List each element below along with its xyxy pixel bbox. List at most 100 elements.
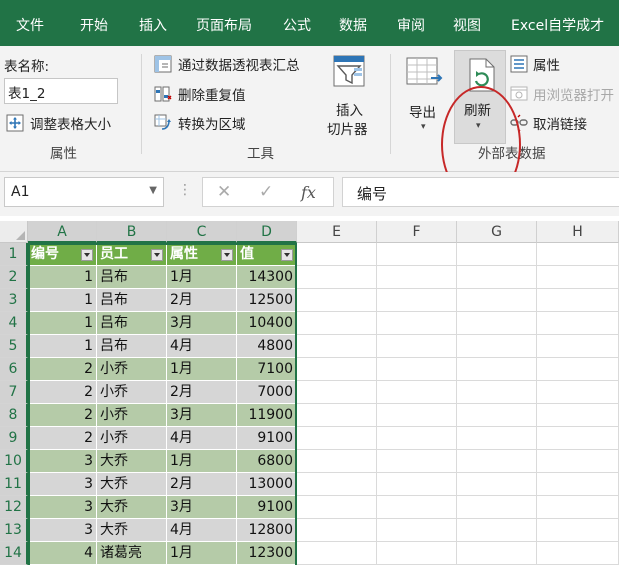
table-cell[interactable]: 诸葛亮: [97, 542, 167, 565]
table-cell[interactable]: 吕布: [97, 312, 167, 335]
table-cell[interactable]: 6800: [237, 450, 297, 473]
table-cell[interactable]: 1月: [167, 358, 237, 381]
tab-file[interactable]: 文件: [16, 15, 44, 35]
table-cell[interactable]: 1: [28, 266, 97, 289]
row-header-11[interactable]: 11: [0, 473, 28, 496]
table-cell[interactable]: 9100: [237, 496, 297, 519]
table-cell[interactable]: 小乔: [97, 358, 167, 381]
table-cell[interactable]: 4800: [237, 335, 297, 358]
table-cell[interactable]: 2: [28, 427, 97, 450]
column-header-g[interactable]: G: [457, 221, 537, 243]
properties-button[interactable]: 属性: [510, 53, 619, 75]
cancel-icon[interactable]: ✕: [217, 182, 231, 202]
filter-dropdown-icon[interactable]: [151, 249, 163, 261]
table-cell[interactable]: 2月: [167, 289, 237, 312]
tab-home[interactable]: 开始: [80, 15, 108, 35]
table-cell[interactable]: 4: [28, 542, 97, 565]
insert-function-icon[interactable]: fx: [301, 183, 316, 202]
column-header-a[interactable]: A: [28, 221, 97, 243]
table-cell[interactable]: 11900: [237, 404, 297, 427]
table-cell[interactable]: 3: [28, 496, 97, 519]
table-cell[interactable]: 小乔: [97, 404, 167, 427]
row-header-5[interactable]: 5: [0, 335, 28, 358]
unlink-button[interactable]: 取消链接: [510, 112, 619, 134]
table-cell[interactable]: 12300: [237, 542, 297, 565]
table-cell[interactable]: 大乔: [97, 473, 167, 496]
table-cell[interactable]: 13000: [237, 473, 297, 496]
column-header-e[interactable]: E: [297, 221, 377, 243]
remove-duplicates-button[interactable]: 删除重复值: [154, 83, 264, 105]
tab-formulas[interactable]: 公式: [283, 15, 311, 35]
table-cell[interactable]: 2: [28, 358, 97, 381]
row-header-12[interactable]: 12: [0, 496, 28, 519]
select-all-corner[interactable]: [0, 221, 28, 243]
table-cell[interactable]: 小乔: [97, 381, 167, 404]
table-cell[interactable]: 吕布: [97, 289, 167, 312]
table-cell[interactable]: 9100: [237, 427, 297, 450]
table-cell[interactable]: 3月: [167, 496, 237, 519]
table-cell[interactable]: 吕布: [97, 266, 167, 289]
formula-bar-splitter-icon[interactable]: ⋮: [178, 182, 192, 198]
table-cell[interactable]: 1月: [167, 266, 237, 289]
row-header-6[interactable]: 6: [0, 358, 28, 381]
table-cell[interactable]: 1月: [167, 450, 237, 473]
column-header-c[interactable]: C: [167, 221, 237, 243]
formula-input[interactable]: 编号: [342, 177, 619, 207]
pivot-summarize-button[interactable]: 通过数据透视表汇总: [154, 53, 319, 75]
tab-data[interactable]: 数据: [339, 15, 367, 35]
table-cell[interactable]: 1月: [167, 542, 237, 565]
open-in-browser-button[interactable]: 用浏览器打开: [510, 83, 619, 105]
resize-table-button[interactable]: 调整表格大小: [6, 112, 136, 134]
table-cell[interactable]: 4月: [167, 335, 237, 358]
filter-dropdown-icon[interactable]: [81, 249, 93, 261]
table-cell[interactable]: 1: [28, 335, 97, 358]
table-cell[interactable]: 大乔: [97, 519, 167, 542]
table-cell[interactable]: 1: [28, 289, 97, 312]
table-cell[interactable]: 4月: [167, 519, 237, 542]
column-header-d[interactable]: D: [237, 221, 297, 243]
table-name-input[interactable]: 表1_2: [4, 78, 118, 104]
tab-page-layout[interactable]: 页面布局: [196, 15, 252, 35]
convert-to-range-button[interactable]: 转换为区域: [154, 112, 264, 134]
filter-dropdown-icon[interactable]: [281, 249, 293, 261]
table-cell[interactable]: 小乔: [97, 427, 167, 450]
filter-dropdown-icon[interactable]: [221, 249, 233, 261]
row-header-1[interactable]: 1: [0, 243, 28, 266]
column-header-b[interactable]: B: [97, 221, 167, 243]
row-header-13[interactable]: 13: [0, 519, 28, 542]
table-cell[interactable]: 10400: [237, 312, 297, 335]
row-header-2[interactable]: 2: [0, 266, 28, 289]
column-header-h[interactable]: H: [537, 221, 619, 243]
table-cell[interactable]: 3月: [167, 404, 237, 427]
enter-icon[interactable]: ✓: [259, 182, 273, 202]
row-header-8[interactable]: 8: [0, 404, 28, 427]
table-cell[interactable]: 2月: [167, 473, 237, 496]
tab-review[interactable]: 审阅: [397, 15, 425, 35]
table-cell[interactable]: 1: [28, 312, 97, 335]
table-cell[interactable]: 7000: [237, 381, 297, 404]
table-cell[interactable]: 2: [28, 381, 97, 404]
table-cell[interactable]: 12800: [237, 519, 297, 542]
row-header-3[interactable]: 3: [0, 289, 28, 312]
table-cell[interactable]: 3: [28, 519, 97, 542]
table-cell[interactable]: 7100: [237, 358, 297, 381]
row-header-10[interactable]: 10: [0, 450, 28, 473]
worksheet-grid[interactable]: A B C D E F G H 1 2 3 4 5 6 7 8 9 10 11 12 13 14 编号 员工 属性值 1 吕布 1月 1…: [0, 221, 619, 565]
tab-excel-zixue[interactable]: Excel自学成才: [511, 15, 604, 35]
tab-view[interactable]: 视图: [453, 15, 481, 35]
table-cell[interactable]: 14300: [237, 266, 297, 289]
row-header-4[interactable]: 4: [0, 312, 28, 335]
table-cell[interactable]: 3: [28, 450, 97, 473]
table-cell[interactable]: 大乔: [97, 496, 167, 519]
name-box-dropdown-icon[interactable]: ▼: [149, 185, 157, 196]
row-header-9[interactable]: 9: [0, 427, 28, 450]
name-box[interactable]: A1 ▼: [4, 177, 164, 207]
table-cell[interactable]: 3: [28, 473, 97, 496]
row-header-7[interactable]: 7: [0, 381, 28, 404]
table-cell[interactable]: 3月: [167, 312, 237, 335]
column-header-f[interactable]: F: [377, 221, 457, 243]
row-header-14[interactable]: 14: [0, 542, 28, 565]
table-cell[interactable]: 吕布: [97, 335, 167, 358]
tab-insert[interactable]: 插入: [139, 15, 167, 35]
table-cell[interactable]: 大乔: [97, 450, 167, 473]
